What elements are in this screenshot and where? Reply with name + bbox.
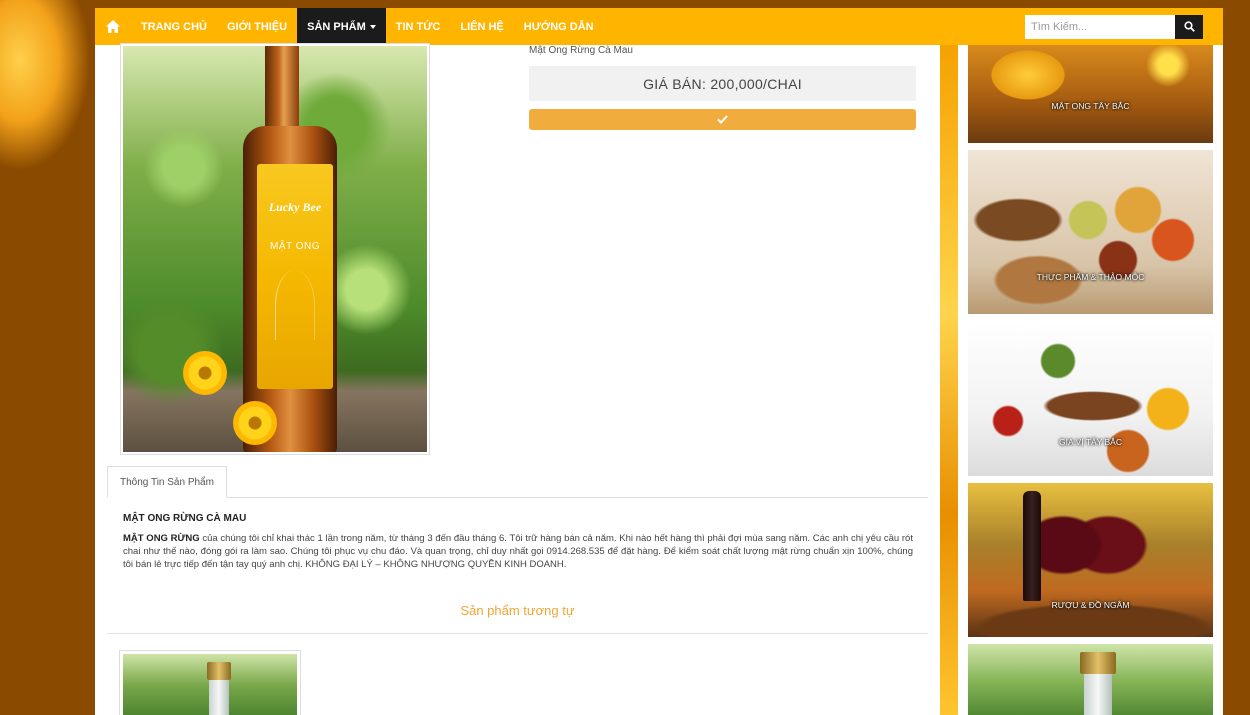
related-product-thumbnail[interactable] xyxy=(119,650,301,715)
sidebar-card-spices[interactable]: GIA VỊ TÂY BẮC xyxy=(968,321,1213,476)
nav-item-home[interactable]: TRANG CHỦ xyxy=(131,8,217,45)
product-tabs: Thông Tin Sản Phẩm xyxy=(107,466,928,498)
sidebar-card-food-herbs[interactable]: THỰC PHẨM & THẢO MỘC xyxy=(968,150,1213,314)
sidebar-card-wine[interactable]: RƯỢU & ĐỒ NGÂM xyxy=(968,483,1213,637)
product-name: Mật Ong Rừng Cà Mau xyxy=(529,45,633,56)
flower-decoration xyxy=(183,351,227,395)
description-title: MẬT ONG RỪNG CÀ MAU xyxy=(123,513,247,524)
related-divider xyxy=(107,633,928,634)
price-box: GIÁ BÁN: 200,000/CHAI xyxy=(529,66,916,101)
bottle-cap xyxy=(207,662,231,680)
sidebar-card-honey-bottle[interactable] xyxy=(968,644,1213,715)
product-description: MẬT ONG RỪNG của chúng tôi chỉ khai thác… xyxy=(123,532,913,571)
nav-item-contact[interactable]: LIÊN HỆ xyxy=(450,8,513,45)
product-image[interactable]: Lucky Bee MẬT ONG xyxy=(120,43,430,455)
sidebar: MẬT ONG TÂY BẮC THỰC PHẨM & THẢO MỘC GIA… xyxy=(958,45,1223,715)
nav-item-about[interactable]: GIỚI THIỆU xyxy=(217,8,297,45)
bottle-brand: Lucky Bee xyxy=(268,200,322,214)
search-icon xyxy=(1183,21,1195,32)
description-lead: MẬT ONG RỪNG xyxy=(123,533,200,544)
sidebar-card-label: MẬT ONG TÂY BẮC xyxy=(1051,101,1130,111)
nav-item-news[interactable]: TIN TỨC xyxy=(386,8,451,45)
bottle-label-name: MẬT ONG xyxy=(270,241,320,252)
sidebar-card-label: RƯỢU & ĐỒ NGÂM xyxy=(1051,600,1130,610)
bottle-label: Lucky Bee MẬT ONG xyxy=(257,164,333,389)
search-button[interactable] xyxy=(1175,14,1203,39)
search-box xyxy=(1025,14,1203,39)
nav-item-products[interactable]: SẢN PHẨM xyxy=(297,8,386,45)
tab-product-info[interactable]: Thông Tin Sản Phẩm xyxy=(107,466,227,498)
background-divider xyxy=(940,45,958,715)
related-product-image xyxy=(123,654,297,715)
product-price: GIÁ BÁN: 200,000/CHAI xyxy=(643,75,802,92)
search-input[interactable] xyxy=(1025,14,1175,39)
wine-bottle xyxy=(1023,491,1041,601)
main-content: Lucky Bee MẬT ONG Mật Ong Rừng Cà Mau GI… xyxy=(95,43,940,715)
bottle-neck xyxy=(1084,674,1112,715)
top-navbar: TRANG CHỦ GIỚI THIỆU SẢN PHẨM TIN TỨC LI… xyxy=(95,8,1223,45)
sidebar-card-label: GIA VỊ TÂY BẮC xyxy=(1059,437,1122,447)
caret-down-icon xyxy=(369,24,376,29)
nav-item-products-label: SẢN PHẨM xyxy=(307,20,366,33)
add-to-cart-button[interactable] xyxy=(529,109,916,130)
bottle-cap xyxy=(1080,652,1116,674)
nav-item-guide[interactable]: HƯỚNG DẪN xyxy=(514,8,604,45)
home-icon xyxy=(106,20,120,33)
sidebar-card-tay-bac-honey[interactable]: MẬT ONG TÂY BẮC xyxy=(968,45,1213,143)
home-button[interactable] xyxy=(95,8,131,45)
bottle-sprig xyxy=(275,270,315,340)
product-photo-scene: Lucky Bee MẬT ONG xyxy=(123,46,427,452)
description-body: của chúng tôi chỉ khai thác 1 lần trong … xyxy=(123,533,913,570)
bottle-neck xyxy=(209,680,229,715)
sidebar-card-label: THỰC PHẨM & THẢO MỘC xyxy=(1036,272,1145,282)
related-products-title: Sản phẩm tương tự xyxy=(460,603,575,618)
flower-decoration xyxy=(233,401,277,445)
check-icon xyxy=(717,115,728,124)
